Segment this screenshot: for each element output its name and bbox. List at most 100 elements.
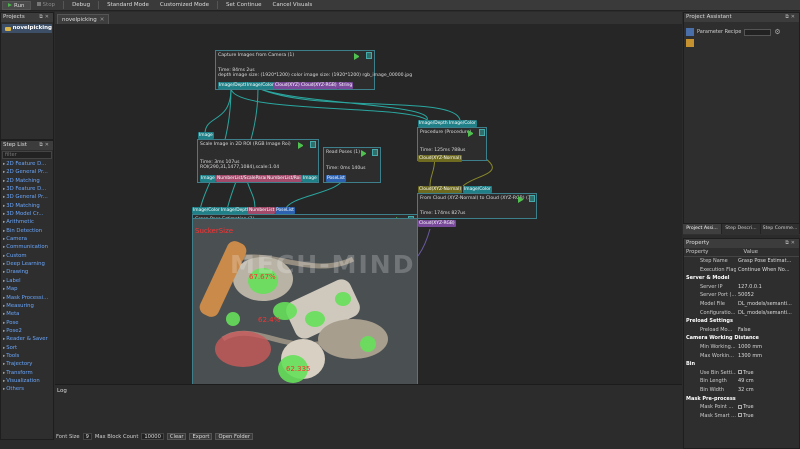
property-value[interactable]: Grasp Pose Estimat... — [736, 257, 799, 266]
property-row[interactable]: Bin Length 49 cm — [684, 377, 799, 386]
customized-mode-button[interactable]: Customized Mode — [155, 1, 214, 10]
property-value[interactable]: True — [736, 369, 799, 378]
tab-project-assistant[interactable]: Project Assi... — [683, 224, 722, 234]
step-category-item[interactable]: ▸Measuring — [1, 302, 53, 310]
port-image[interactable]: Image — [200, 175, 216, 182]
expand-icon[interactable]: ▸ — [3, 195, 5, 200]
expand-icon[interactable]: ▸ — [3, 179, 5, 184]
expand-icon[interactable]: ▸ — [3, 304, 5, 309]
port-cloud-xyz-rgb[interactable]: Cloud(XYZ-RGB) — [300, 82, 338, 89]
expand-icon[interactable]: ▸ — [3, 187, 5, 192]
step-info-icon[interactable] — [372, 149, 378, 156]
gear-icon[interactable]: ⚙ — [774, 28, 780, 36]
property-value[interactable]: 127.0.0.1 — [736, 283, 799, 292]
run-step-icon[interactable] — [354, 53, 361, 60]
step-category-item[interactable]: ▸Camera — [1, 235, 53, 243]
expand-icon[interactable]: ▸ — [3, 287, 5, 292]
node-scale-image[interactable]: Scale Image in 2D ROI (RGB Image Roi) Ti… — [197, 139, 319, 183]
tab-step-comments[interactable]: Step Comme... — [761, 224, 800, 234]
tab-novelpicking[interactable]: novelpicking ✕ — [57, 14, 110, 24]
property-section[interactable]: Camera Working Distance — [684, 334, 799, 343]
expand-icon[interactable]: ▸ — [3, 296, 5, 301]
edit-icon[interactable] — [686, 39, 694, 47]
property-row[interactable]: Mask Point ... True — [684, 403, 799, 412]
expand-icon[interactable]: ▸ — [3, 245, 5, 250]
step-category-item[interactable]: ▸Pose2 — [1, 327, 53, 335]
step-category-item[interactable]: ▸Reader & Saver — [1, 335, 53, 343]
expand-icon[interactable]: ▸ — [3, 254, 5, 259]
property-value[interactable]: True — [736, 403, 799, 412]
port-cloud-xyz[interactable]: Cloud(XYZ) — [274, 82, 301, 89]
step-category-item[interactable]: ▸Map — [1, 285, 53, 293]
run-step-icon[interactable] — [298, 142, 305, 149]
port-poselist-in[interactable]: PoseList — [275, 207, 295, 214]
close-tab-icon[interactable]: ✕ — [100, 17, 105, 23]
debug-button[interactable]: Debug — [67, 1, 95, 10]
step-category-item[interactable]: ▸Transform — [1, 369, 53, 377]
expand-icon[interactable]: ▸ — [3, 279, 5, 284]
stop-button[interactable]: Stop — [32, 1, 61, 10]
step-category-item[interactable]: ▸Communication — [1, 243, 53, 251]
max-block-input[interactable]: 10000 — [141, 433, 164, 440]
port-image-depth-in[interactable]: Image/Depth — [418, 120, 449, 127]
property-row[interactable]: Step Name Grasp Pose Estimat... — [684, 257, 799, 266]
expand-icon[interactable]: ▸ — [3, 346, 5, 351]
panel-controls-icon[interactable]: ⧉✕ — [785, 239, 797, 248]
port-image-color[interactable]: Image/Color — [246, 82, 275, 89]
panel-controls-icon[interactable]: ⧉✕ — [39, 13, 51, 22]
property-row[interactable]: Use Bin Setti... True — [684, 369, 799, 378]
expand-icon[interactable]: ▸ — [3, 170, 5, 175]
property-row[interactable]: Mask Smart ... True — [684, 412, 799, 421]
property-value[interactable]: 1000 mm — [736, 343, 799, 352]
step-category-item[interactable]: ▸Pose — [1, 319, 53, 327]
expand-icon[interactable]: ▸ — [3, 312, 5, 317]
expand-icon[interactable]: ▸ — [3, 362, 5, 367]
property-value[interactable]: 49 cm — [736, 377, 799, 386]
step-category-item[interactable]: ▸Mask Processi... — [1, 294, 53, 302]
font-size-input[interactable]: 9 — [82, 433, 92, 440]
node-from-cloud[interactable]: From Cloud (XYZ-Normal) to Cloud (XYZ-RG… — [417, 193, 537, 219]
property-row[interactable]: Configuratio... DL_models/semanti... — [684, 309, 799, 318]
assistant-icon[interactable] — [686, 28, 694, 36]
step-info-icon[interactable] — [366, 52, 372, 59]
port-numberlist-scaleparam[interactable]: NumberList/ScaleParam — [216, 175, 271, 182]
expand-icon[interactable]: ▸ — [3, 371, 5, 376]
checkbox-icon[interactable] — [738, 370, 742, 375]
export-button[interactable]: Export — [189, 433, 213, 440]
expand-icon[interactable]: ▸ — [3, 204, 5, 209]
property-value[interactable]: Continue When No... — [736, 266, 799, 275]
property-value[interactable]: 1300 mm — [736, 352, 799, 361]
step-category-item[interactable]: ▸Meta — [1, 310, 53, 318]
property-row[interactable]: Execution Flags Continue When No... — [684, 266, 799, 275]
step-category-item[interactable]: ▸2D Matching — [1, 177, 53, 185]
property-value[interactable]: DL_models/semanti... — [736, 300, 799, 309]
expand-icon[interactable]: ▸ — [3, 162, 5, 167]
expand-icon[interactable]: ▸ — [3, 262, 5, 267]
node-read-poses[interactable]: Read Poses (1) Time: 0ms 140us PoseList — [323, 147, 381, 183]
property-row[interactable]: Server IP 127.0.0.1 — [684, 283, 799, 292]
run-step-icon[interactable] — [361, 150, 368, 157]
expand-icon[interactable]: ▸ — [3, 270, 5, 275]
property-value[interactable]: DL_models/semanti... — [736, 309, 799, 318]
port-string[interactable]: String — [338, 82, 354, 89]
port-numberlist-in[interactable]: NumberList — [248, 207, 276, 214]
standard-mode-button[interactable]: Standard Mode — [102, 1, 154, 10]
step-category-item[interactable]: ▸Custom — [1, 252, 53, 260]
run-step-icon[interactable] — [468, 130, 475, 137]
step-category-item[interactable]: ▸Deep Learning — [1, 260, 53, 268]
step-category-item[interactable]: ▸Sort — [1, 344, 53, 352]
expand-icon[interactable]: ▸ — [3, 354, 5, 359]
run-step-icon[interactable] — [518, 196, 525, 203]
expand-icon[interactable]: ▸ — [3, 229, 5, 234]
property-value[interactable]: 32 cm — [736, 386, 799, 395]
property-section[interactable]: Server & Model — [684, 274, 799, 283]
port-image-color-in[interactable]: Image/Color — [192, 207, 221, 214]
expand-icon[interactable]: ▸ — [3, 237, 5, 242]
port-image-in[interactable]: Image — [198, 132, 214, 139]
expand-icon[interactable]: ▸ — [3, 329, 5, 334]
expand-icon[interactable]: ▸ — [3, 337, 5, 342]
step-category-item[interactable]: ▸Label — [1, 277, 53, 285]
property-row[interactable]: Server Port (... 50052 — [684, 291, 799, 300]
panel-controls-icon[interactable]: ⧉✕ — [39, 141, 51, 150]
expand-icon[interactable]: ▸ — [3, 387, 5, 392]
